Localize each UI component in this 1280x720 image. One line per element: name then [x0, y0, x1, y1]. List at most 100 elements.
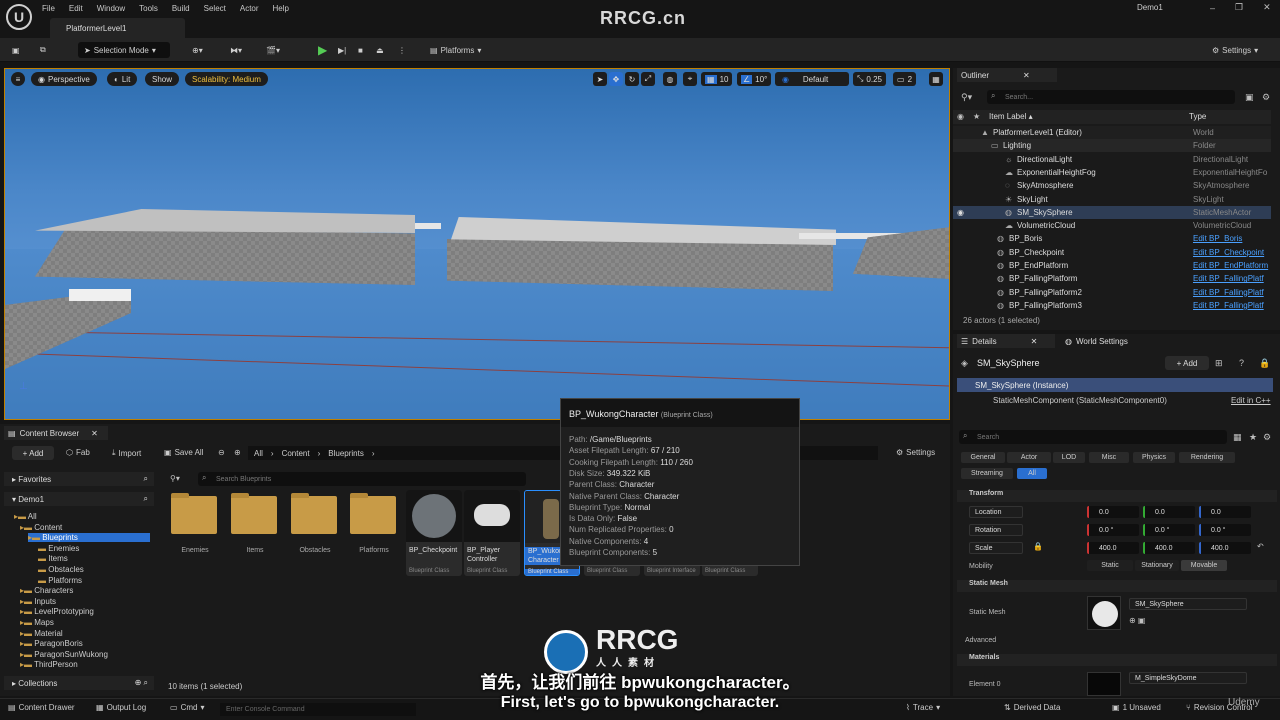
blueprint-icon[interactable]: ⊞	[1215, 358, 1223, 369]
materials-section[interactable]: Materials	[957, 654, 1277, 666]
tree-item[interactable]: ▬ Platforms	[38, 576, 82, 585]
favorites-header[interactable]: ▸ Favorites ⌕	[4, 472, 154, 486]
menu-edit[interactable]: Edit	[69, 4, 83, 13]
search-icon[interactable]: ⌕	[144, 494, 148, 504]
layout-icon[interactable]: ▦	[929, 72, 943, 86]
level-tab[interactable]: PlatformerLevel1	[50, 18, 185, 38]
grid-snap-button[interactable]: ▦ 10	[701, 72, 733, 86]
outliner-row[interactable]: ◍ SM_SkySphere StaticMeshActor ◉	[953, 205, 1271, 219]
outliner-row[interactable]: ◍ BP_FallingPlatform Edit BP_FallingPlatf	[953, 272, 1271, 285]
close-icon[interactable]: ✕	[1263, 2, 1271, 13]
outliner-row[interactable]: ☀ SkyLight SkyLight	[953, 193, 1271, 206]
close-icon[interactable]: ✕	[1023, 71, 1030, 80]
fab-button[interactable]: ⬡ Fab	[66, 448, 90, 457]
gear-icon[interactable]: ⚙	[1262, 92, 1270, 103]
select-tool-icon[interactable]: ➤	[593, 72, 607, 86]
outliner-row[interactable]: ◍ BP_Checkpoint Edit BP_Checkpoint	[953, 246, 1271, 259]
outliner-search-input[interactable]: Search...	[987, 90, 1235, 104]
platform-mesh[interactable]	[35, 229, 415, 285]
tree-item[interactable]: ▸▬ Characters	[20, 586, 73, 595]
rotation-y[interactable]: 0.0 °	[1143, 524, 1195, 536]
scale-snap-button[interactable]: ⤡ 0.25	[853, 72, 886, 86]
outliner-row[interactable]: ◍ BP_FallingPlatform3 Edit BP_FallingPlatf	[953, 299, 1271, 312]
menu-tools[interactable]: Tools	[139, 4, 158, 13]
edit-blueprint-link[interactable]: Edit BP_EndPlatform	[1193, 261, 1268, 270]
cat-all[interactable]: All	[1017, 468, 1047, 479]
menu-build[interactable]: Build	[172, 4, 190, 13]
asset-bp-checkpoint[interactable]: BP_Checkpoint Blueprint Class	[406, 490, 462, 576]
add-actor-icon[interactable]: ⊕▾	[192, 42, 203, 58]
step-icon[interactable]: ▶|	[338, 42, 346, 58]
small-platform-2[interactable]	[69, 289, 131, 301]
asset-bp-player-controller[interactable]: BP_Player Controller Blueprint Class	[464, 490, 520, 576]
browse-icon[interactable]: ⊕ ▣	[1129, 616, 1145, 625]
add-component-button[interactable]: + Add	[1165, 356, 1209, 370]
blueprint-icon[interactable]: ⧓▾	[230, 42, 242, 58]
selection-mode-dropdown[interactable]: ➤ Selection Mode ▾	[78, 42, 170, 58]
rotation-x[interactable]: 0.0 °	[1087, 524, 1139, 536]
outliner-row[interactable]: ☁ ExponentialHeightFog ExponentialHeightFo	[953, 166, 1271, 179]
stop-icon[interactable]: ■	[358, 42, 363, 58]
path-all[interactable]: All	[254, 449, 263, 458]
menu-file[interactable]: File	[42, 4, 55, 13]
import-button[interactable]: ⤓ Import	[112, 448, 141, 458]
menu-window[interactable]: Window	[97, 4, 125, 13]
browse-icon[interactable]: ⧉	[40, 42, 46, 58]
actor-name[interactable]: SM_SkySphere	[977, 358, 1040, 368]
path-content[interactable]: Content	[282, 449, 310, 458]
cat-streaming[interactable]: Streaming	[961, 468, 1013, 479]
mobility-static[interactable]: Static	[1087, 560, 1133, 571]
world-settings-tab[interactable]: ◍ World Settings	[1065, 334, 1128, 348]
reset-icon[interactable]: ↶	[1257, 542, 1264, 551]
help-icon[interactable]: ?	[1239, 358, 1244, 368]
details-tab[interactable]: ☰ Details ✕	[957, 334, 1055, 348]
outliner-row[interactable]: ☁ VolumetricCloud VolumetricCloud	[953, 219, 1271, 232]
translate-icon[interactable]: ✥	[609, 72, 623, 86]
save-all-button[interactable]: ▣ Save All	[164, 448, 203, 457]
edit-blueprint-link[interactable]: Edit BP_Checkpoint	[1193, 248, 1264, 257]
outliner-row[interactable]: ☼ DirectionalLight DirectionalLight	[953, 153, 1271, 166]
static-mesh-dropdown[interactable]: SM_SkySphere	[1129, 598, 1247, 610]
cat-rendering[interactable]: Rendering	[1179, 452, 1235, 463]
tree-item[interactable]: ▸▬ ParagonBoris	[20, 639, 83, 648]
cb-search-input[interactable]: Search Blueprints	[198, 472, 526, 486]
filter-icon[interactable]: ⚲▾	[170, 474, 180, 483]
scale-x[interactable]: 400.0	[1087, 542, 1139, 554]
close-icon[interactable]: ✕	[1031, 337, 1038, 346]
rotate-icon[interactable]: ↻	[625, 72, 639, 86]
edit-blueprint-link[interactable]: Edit BP_FallingPlatf	[1193, 274, 1264, 283]
tree-item[interactable]: ▸▬ Content	[20, 523, 62, 532]
type-header[interactable]: Type	[1189, 112, 1206, 121]
lock-icon[interactable]: 🔒	[1259, 358, 1270, 369]
star-icon[interactable]: ★	[1249, 432, 1257, 443]
edit-blueprint-link[interactable]: Edit BP_FallingPlatf	[1193, 288, 1264, 297]
lock-icon[interactable]: 🔒	[1033, 542, 1043, 551]
angle-snap-button[interactable]: ∠ 10°	[737, 72, 772, 86]
location-dropdown[interactable]: Location	[969, 506, 1023, 518]
tree-item[interactable]: ▬ Enemies	[38, 544, 79, 553]
rotation-z[interactable]: 0.0 °	[1199, 524, 1251, 536]
outliner-row[interactable]: ◍ BP_EndPlatform Edit BP_EndPlatform	[953, 259, 1271, 272]
world-icon[interactable]: ◍	[663, 72, 677, 86]
component-row[interactable]: StaticMeshComponent (StaticMeshComponent…	[993, 396, 1167, 405]
eye-icon[interactable]: ◉	[957, 112, 964, 121]
scale-y[interactable]: 400.0	[1143, 542, 1195, 554]
hamburger-icon[interactable]: ≡	[11, 72, 25, 86]
folder-items-icon[interactable]	[231, 493, 277, 534]
advanced-row[interactable]: Advanced	[965, 637, 996, 644]
menu-select[interactable]: Select	[204, 4, 226, 13]
edit-cpp-link[interactable]: Edit in C++	[1231, 396, 1271, 405]
project-header[interactable]: ▾ Demo1 ⌕	[4, 492, 154, 506]
cb-add-button[interactable]: + Add	[12, 446, 54, 460]
camera-speed-default[interactable]: ◉ Default	[775, 72, 849, 86]
menu-actor[interactable]: Actor	[240, 4, 259, 13]
outliner-row[interactable]: ◍ BP_Boris Edit BP_Boris	[953, 232, 1271, 245]
content-browser-tab[interactable]: ▤ Content Browser ✕	[4, 426, 108, 440]
tree-item[interactable]: ▸▬ All	[14, 512, 37, 521]
save-icon[interactable]: ▣	[12, 42, 20, 58]
search-icon[interactable]: ⌕	[144, 474, 148, 484]
maximize-icon[interactable]: ❐	[1235, 2, 1243, 13]
camera-count-button[interactable]: ▭ 2	[893, 72, 917, 86]
level-viewport[interactable]: ≡ ◉ Perspective ◐ Lit Show Scalability: Me…	[4, 68, 950, 420]
location-x[interactable]: 0.0	[1087, 506, 1139, 518]
